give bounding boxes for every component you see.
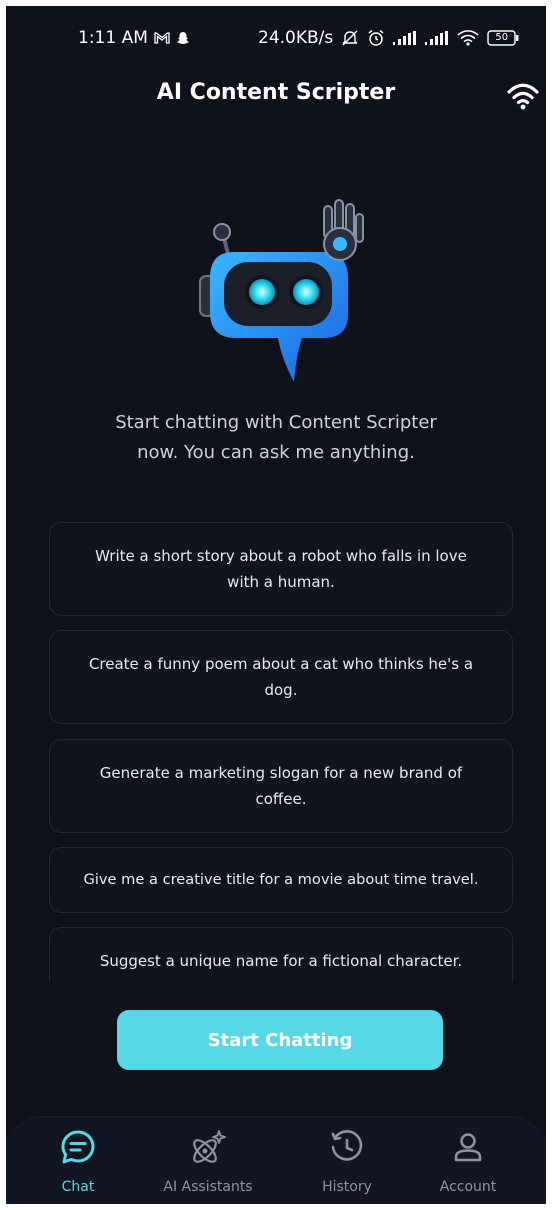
suggestion-line: dog. (264, 681, 298, 699)
status-time: 1:11 AM (78, 28, 148, 48)
suggestion-line: Write a short story about a robot who fa… (95, 547, 467, 565)
battery-icon: 50 (487, 30, 519, 46)
nav-item-account[interactable]: Account (403, 1127, 533, 1201)
suggestion-line: Generate a marketing slogan for a new br… (99, 764, 463, 782)
connection-button[interactable] (506, 82, 540, 112)
intro-line: Start chatting with Content Scripter (115, 412, 437, 433)
suggestion-list: Write a short story about a robot who fa… (49, 522, 513, 982)
suggestion-card[interactable]: Create a funny poem about a cat who thin… (49, 630, 513, 724)
suggestion-text: Give me a creative title for a movie abo… (83, 871, 479, 888)
intro-text: Start chatting with Content Scripter now… (66, 408, 486, 468)
start-chatting-button[interactable]: Start Chatting (117, 1010, 443, 1070)
mute-icon (341, 30, 359, 46)
app-screen: 1:11 AM 24.0KB/s 50 AI Content Scripter … (6, 6, 546, 1204)
signal-icon (393, 31, 417, 45)
snapchat-icon (176, 31, 190, 45)
gmail-icon (154, 31, 170, 45)
suggestion-card[interactable]: Give me a creative title for a movie abo… (49, 847, 513, 913)
signal-icon (425, 31, 449, 45)
robot-chat-icon (194, 192, 370, 388)
suggestion-card[interactable]: Generate a marketing slogan for a new br… (49, 739, 513, 833)
wifi-icon (457, 30, 479, 46)
status-bar: 1:11 AM 24.0KB/s 50 (6, 6, 546, 72)
nav-label: Chat (61, 1179, 95, 1195)
suggestion-text: Generate a marketing slogan for a new br… (100, 760, 462, 812)
suggestion-text: Suggest a unique name for a fictional ch… (99, 952, 463, 970)
ai-assistants-icon (188, 1127, 228, 1167)
status-left: 1:11 AM (78, 28, 190, 48)
page-title: AI Content Scripter (156, 80, 396, 105)
suggestion-text: Create a funny poem about a cat who thin… (89, 651, 473, 703)
suggestion-line: coffee. (255, 790, 307, 808)
net-speed: 24.0KB/s (258, 28, 334, 48)
suggestion-card[interactable]: Suggest a unique name for a fictional ch… (49, 927, 513, 982)
suggestion-line: with a human. (227, 573, 335, 591)
battery-level: 50 (495, 32, 509, 43)
nav-item-ai-assistants[interactable]: AI Assistants (143, 1127, 273, 1201)
chat-icon (58, 1127, 98, 1167)
history-icon (327, 1127, 367, 1167)
account-icon (448, 1127, 488, 1167)
nav-label: Account (439, 1179, 497, 1195)
wifi-icon (506, 83, 540, 116)
suggestion-line: Create a funny poem about a cat who thin… (88, 655, 474, 673)
intro-line: now. You can ask me anything. (137, 442, 415, 463)
alarm-icon (367, 29, 385, 47)
nav-item-history[interactable]: History (282, 1127, 412, 1201)
suggestion-text: Write a short story about a robot who fa… (95, 543, 467, 595)
suggestion-card[interactable]: Write a short story about a robot who fa… (49, 522, 513, 616)
nav-item-chat[interactable]: Chat (13, 1127, 143, 1201)
nav-label: AI Assistants (163, 1179, 253, 1195)
nav-label: History (322, 1179, 372, 1195)
bottom-nav: Chat AI Assistants History Account (6, 1116, 546, 1204)
status-right: 24.0KB/s 50 (258, 28, 519, 48)
